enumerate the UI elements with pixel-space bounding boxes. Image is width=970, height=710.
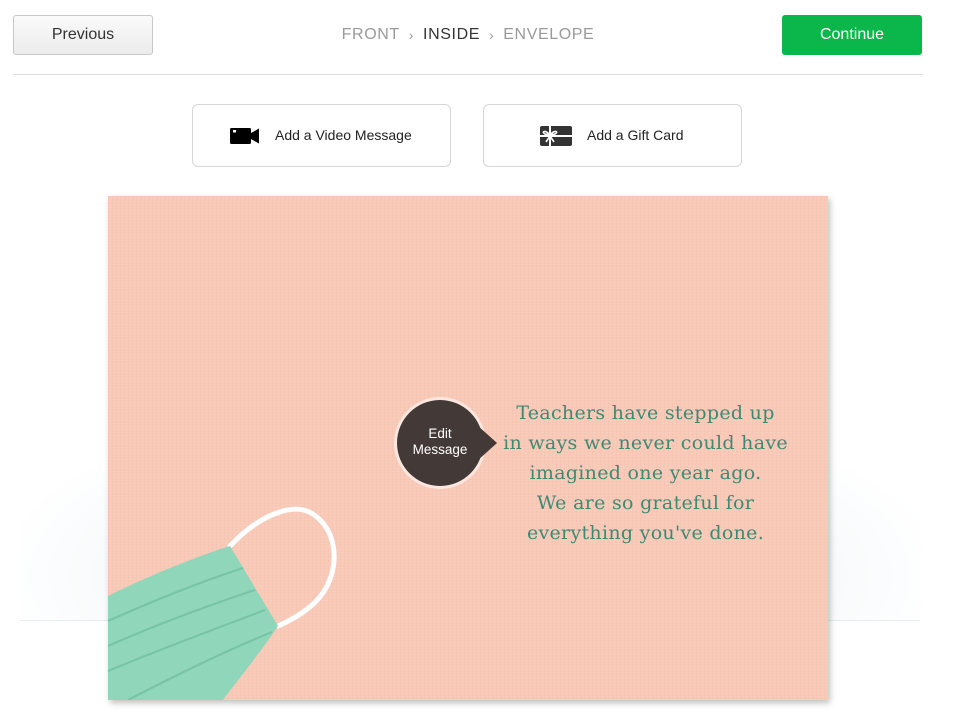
edit-message-button[interactable]: Edit Message [397, 400, 497, 486]
add-gift-card-button[interactable]: Add a Gift Card [483, 104, 742, 167]
edit-message-label: Edit Message [397, 426, 483, 458]
chevron-right-icon: › [489, 27, 495, 43]
add-gift-card-label: Add a Gift Card [587, 127, 684, 143]
message-line: imagined one year ago. [529, 462, 762, 484]
step-breadcrumb: FRONT › INSIDE › ENVELOPE [160, 25, 776, 45]
edit-label-line2: Message [412, 442, 468, 457]
chevron-right-icon: › [408, 27, 415, 43]
message-line: everything you've done. [526, 522, 765, 544]
message-line: in ways we never could have [503, 432, 788, 454]
step-front[interactable]: FRONT [342, 26, 400, 44]
header-divider [13, 74, 923, 75]
add-video-message-label: Add a Video Message [275, 127, 412, 143]
previous-button[interactable]: Previous [13, 15, 153, 55]
continue-button[interactable]: Continue [782, 15, 922, 55]
message-line: We are so grateful for [536, 492, 755, 514]
video-camera-icon [230, 128, 259, 144]
edit-label-line1: Edit [428, 426, 452, 441]
step-inside[interactable]: INSIDE [423, 26, 480, 44]
card-message-text: Teachers have stepped up in ways we neve… [498, 398, 793, 548]
add-video-message-button[interactable]: Add a Video Message [192, 104, 451, 167]
step-envelope[interactable]: ENVELOPE [503, 26, 594, 44]
card-inside-panel: Edit Message Teachers have stepped up in… [108, 196, 828, 700]
gift-card-icon [540, 126, 572, 146]
message-line: Teachers have stepped up [516, 402, 775, 424]
